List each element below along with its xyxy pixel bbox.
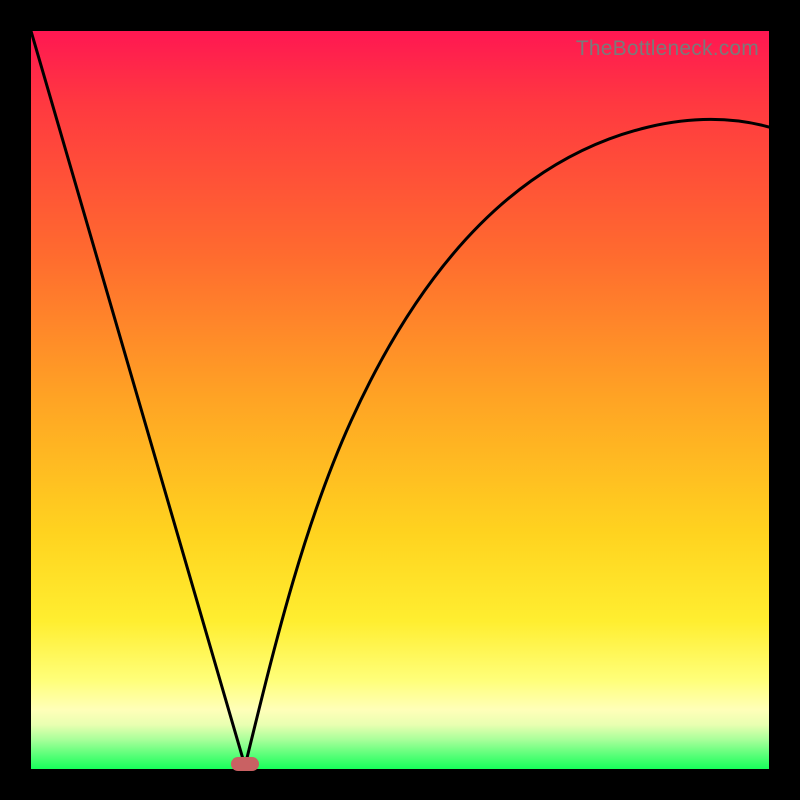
plot-area: TheBottleneck.com (31, 31, 769, 769)
curve-layer (31, 31, 769, 769)
bottleneck-curve (31, 31, 769, 766)
minimum-marker (231, 757, 259, 771)
chart-frame: TheBottleneck.com (0, 0, 800, 800)
